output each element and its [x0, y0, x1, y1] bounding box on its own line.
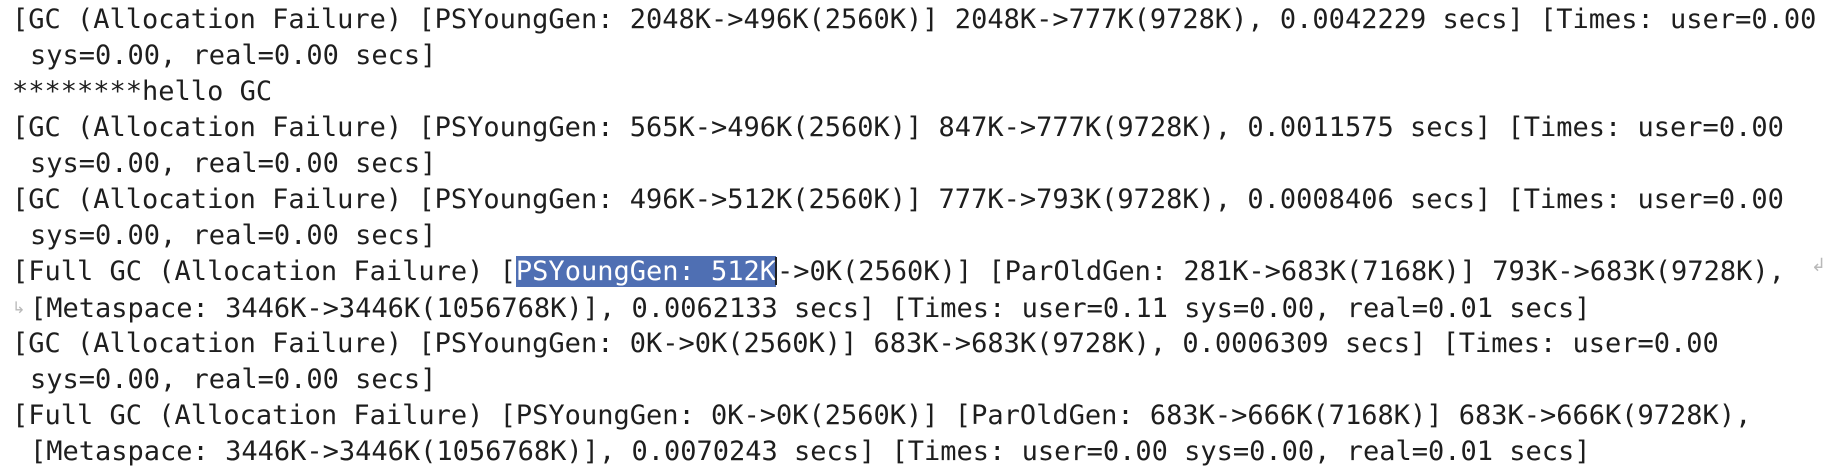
log-line: [Full GC (Allocation Failure) [PSYoungGe…	[12, 400, 1752, 431]
log-line-continuation: sys=0.00, real=0.00 secs]	[30, 40, 437, 71]
log-line: [GC (Allocation Failure) [PSYoungGen: 0K…	[12, 328, 1719, 359]
log-line-continuation: sys=0.00, real=0.00 secs]	[30, 220, 437, 251]
log-line: [GC (Allocation Failure) [PSYoungGen: 49…	[12, 184, 1784, 215]
console-output[interactable]: [GC (Allocation Failure) [PSYoungGen: 20…	[0, 0, 1834, 471]
full-gc-line[interactable]: [Full GC (Allocation Failure) [PSYoungGe…	[12, 254, 1834, 290]
log-line-continuation: [Metaspace: 3446K->3446K(1056768K)], 0.0…	[30, 293, 1591, 324]
log-line: ********hello GC	[12, 76, 273, 107]
log-line: [GC (Allocation Failure) [PSYoungGen: 20…	[12, 4, 1817, 35]
wrap-arrow-icon: ↲	[1810, 255, 1826, 276]
log-line-continuation: sys=0.00, real=0.00 secs]	[30, 148, 437, 179]
log-line-continuation: sys=0.00, real=0.00 secs]	[30, 364, 437, 395]
full-gc-line-suffix: ->0K(2560K)] [ParOldGen: 281K->683K(7168…	[777, 256, 1785, 287]
full-gc-line-prefix: [Full GC (Allocation Failure) [	[12, 256, 516, 287]
selected-text[interactable]: PSYoungGen: 512K	[515, 256, 777, 287]
log-line-continuation: [Metaspace: 3446K->3446K(1056768K)], 0.0…	[30, 436, 1591, 467]
wrap-arrow-icon: ↳	[12, 298, 26, 317]
log-line: [GC (Allocation Failure) [PSYoungGen: 56…	[12, 112, 1784, 143]
